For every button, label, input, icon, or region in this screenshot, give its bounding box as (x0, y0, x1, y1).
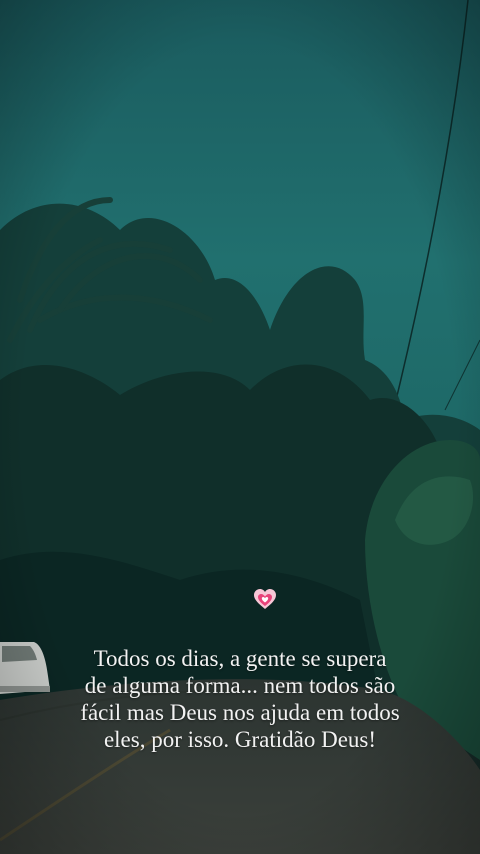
story-background-photo: Todos os dias, a gente se supera de algu… (0, 0, 480, 854)
caption-line-1: Todos os dias, a gente se supera (93, 646, 387, 671)
story-caption: Todos os dias, a gente se supera de algu… (40, 645, 440, 753)
growing-heart-icon (254, 589, 276, 609)
caption-line-3: fácil mas Deus nos ajuda em todos (80, 700, 400, 725)
caption-line-4: eles, por isso. Gratidão Deus! (103, 727, 377, 752)
caption-line-2: de alguma forma... nem todos são (84, 673, 396, 698)
